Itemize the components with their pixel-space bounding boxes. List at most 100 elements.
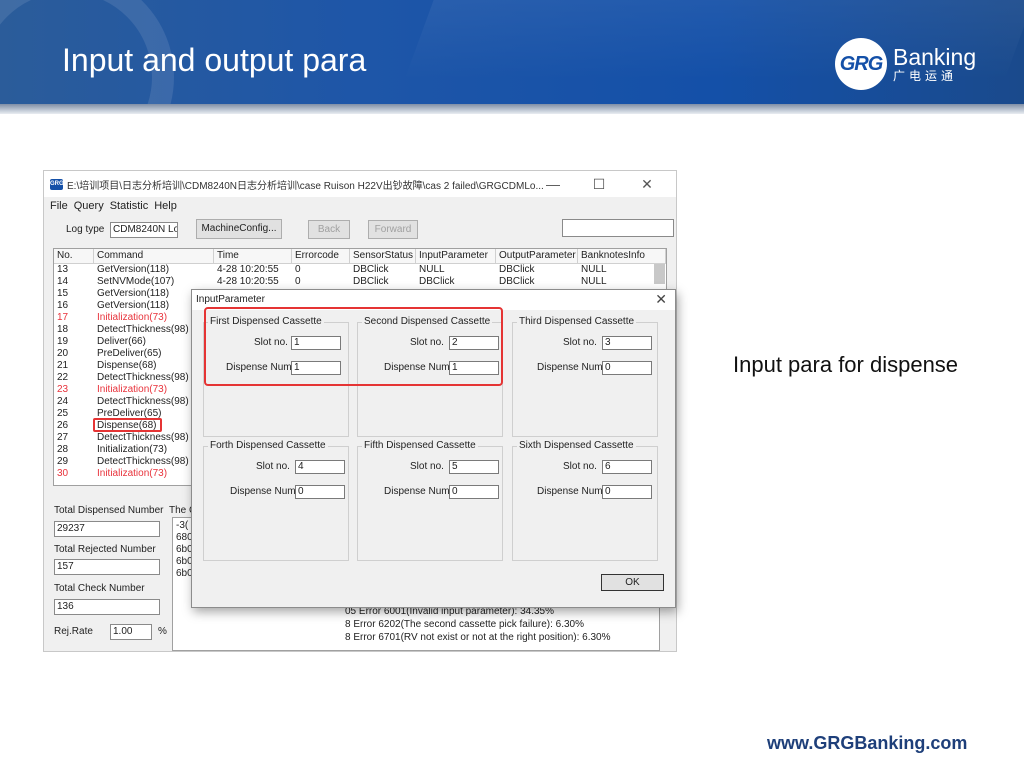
slot-label: Slot no. (256, 461, 290, 472)
slide-title: Input and output para (62, 42, 367, 78)
toolbar: Log type CDM8240N Log MachineConfig... B… (44, 217, 676, 241)
total-rejected-label: Total Rejected Number (54, 544, 156, 555)
cell-cmd: DetectThickness(98) (97, 324, 189, 335)
window-titlebar: GRG E:\培训项目\日志分析培训\CDM8240N日志分析培训\case R… (44, 171, 676, 197)
cell-no: 27 (57, 432, 69, 443)
search-input[interactable] (562, 219, 674, 237)
slot-input[interactable]: 6 (602, 460, 652, 474)
cell-output: DBClick (499, 276, 535, 287)
logo-brand: Banking (893, 44, 977, 70)
cell-err: 0 (295, 276, 301, 287)
slot-input[interactable]: 3 (602, 336, 652, 350)
ok-button[interactable]: OK (601, 574, 664, 591)
dispense-num-label: Dispense Num (384, 486, 450, 497)
col-outputparameter[interactable]: OutputParameter (496, 249, 578, 263)
cell-cmd: Initialization(73) (97, 444, 168, 455)
forward-button[interactable]: Forward (368, 220, 418, 239)
log-type-select[interactable]: CDM8240N Log (110, 222, 178, 238)
slot-input[interactable]: 4 (295, 460, 345, 474)
cell-cmd: GetVersion(118) (97, 264, 170, 275)
cell-cmd: DetectThickness(98) (97, 396, 189, 407)
log-line: -3( (176, 520, 189, 531)
logo-mark: GRG (835, 38, 887, 90)
col-errorcode[interactable]: Errorcode (292, 249, 350, 263)
cell-no: 28 (57, 444, 69, 455)
cell-no: 21 (57, 360, 69, 371)
cassette-title: Sixth Dispensed Cassette (517, 440, 636, 451)
cell-no: 13 (57, 264, 69, 275)
dispense-num-input[interactable]: 0 (602, 361, 652, 375)
close-button[interactable]: ✕ (624, 171, 670, 197)
cell-notes: NULL (581, 264, 607, 275)
menu-help[interactable]: Help (154, 198, 177, 214)
cell-time: 4-28 10:20:55 (217, 264, 279, 275)
dispense-num-label: Dispense Num (537, 362, 603, 373)
cell-no: 19 (57, 336, 69, 347)
input-parameter-dialog: InputParameter ✕ First Dispensed Cassett… (191, 289, 676, 608)
logo-text: Banking 广电运通 (893, 45, 976, 83)
dispense-row-highlight (93, 418, 162, 432)
cell-time: 4-28 10:20:55 (217, 276, 279, 287)
cell-no: 25 (57, 408, 69, 419)
cassette-group-6: Sixth Dispensed Cassette Slot no. 6 Disp… (512, 440, 658, 561)
cell-cmd: GetVersion(118) (97, 288, 170, 299)
cell-sensor: DBClick (353, 264, 389, 275)
col-time[interactable]: Time (214, 249, 292, 263)
cell-no: 30 (57, 468, 69, 479)
cell-no: 26 (57, 420, 69, 431)
back-button[interactable]: Back (308, 220, 350, 239)
cell-cmd: Initialization(73) (97, 384, 168, 395)
cell-cmd: GetVersion(118) (97, 300, 170, 311)
table-row[interactable]: 14 SetNVMode(107) 4-28 10:20:55 0 DBClick DBC… (54, 276, 666, 288)
logo-subtitle: 广电运通 (893, 69, 958, 83)
dialog-title: InputParameter (196, 294, 265, 305)
cell-no: 16 (57, 300, 69, 311)
cell-no: 20 (57, 348, 69, 359)
total-check-value: 136 (54, 599, 160, 615)
rej-rate-unit: % (158, 626, 167, 637)
rej-rate-label: Rej.Rate (54, 626, 93, 637)
cell-no: 17 (57, 312, 69, 323)
grg-banking-logo: GRG Banking 广电运通 (835, 38, 976, 90)
dispense-num-label: Dispense Num (230, 486, 296, 497)
log-line: 8 Error 6701(RV not exist or not at the … (345, 632, 611, 643)
cassette-title: Fifth Dispensed Cassette (362, 440, 478, 451)
footer-url[interactable]: www.GRGBanking.com (767, 733, 967, 754)
menu-file[interactable]: File (50, 198, 68, 214)
cell-no: 14 (57, 276, 69, 287)
slot-input[interactable]: 5 (449, 460, 499, 474)
cell-no: 24 (57, 396, 69, 407)
menu-statistic[interactable]: Statistic (110, 198, 149, 214)
col-no[interactable]: No. (54, 249, 94, 263)
total-dispensed-label: Total Dispensed Number (54, 505, 164, 516)
log-type-label: Log type (66, 224, 105, 235)
dispense-num-input[interactable]: 0 (602, 485, 652, 499)
cell-output: DBClick (499, 264, 535, 275)
rej-rate-value: 1.00 (110, 624, 152, 640)
maximize-button[interactable]: ☐ (576, 171, 622, 197)
menu-bar: File Query Statistic Help (44, 198, 676, 214)
window-title-path: E:\培训项目\日志分析培训\CDM8240N日志分析培训\case Ruiso… (67, 180, 544, 192)
dispense-num-input[interactable]: 0 (449, 485, 499, 499)
col-banknotesinfo[interactable]: BanknotesInfo (578, 249, 666, 263)
col-sensorstatus[interactable]: SensorStatus (350, 249, 416, 263)
cell-notes: NULL (581, 276, 607, 287)
dialog-close-icon[interactable]: ✕ (655, 291, 667, 308)
minimize-button[interactable]: — (530, 171, 576, 197)
banner-shadow (0, 104, 1024, 114)
slot-label: Slot no. (410, 461, 444, 472)
slot-label: Slot no. (563, 337, 597, 348)
table-row[interactable]: 13 GetVersion(118) 4-28 10:20:55 0 DBClick NU… (54, 264, 666, 276)
cell-input: NULL (419, 264, 445, 275)
col-command[interactable]: Command (94, 249, 214, 263)
cassette-title: Third Dispensed Cassette (517, 316, 637, 327)
cell-cmd: SetNVMode(107) (97, 276, 175, 287)
machine-config-button[interactable]: MachineConfig... (196, 219, 282, 239)
menu-query[interactable]: Query (74, 198, 104, 214)
dispense-num-input[interactable]: 0 (295, 485, 345, 499)
grid-scrollbar[interactable] (654, 264, 665, 284)
cell-cmd: Initialization(73) (97, 312, 168, 323)
col-inputparameter[interactable]: InputParameter (416, 249, 496, 263)
cell-no: 23 (57, 384, 69, 395)
cell-no: 22 (57, 372, 69, 383)
